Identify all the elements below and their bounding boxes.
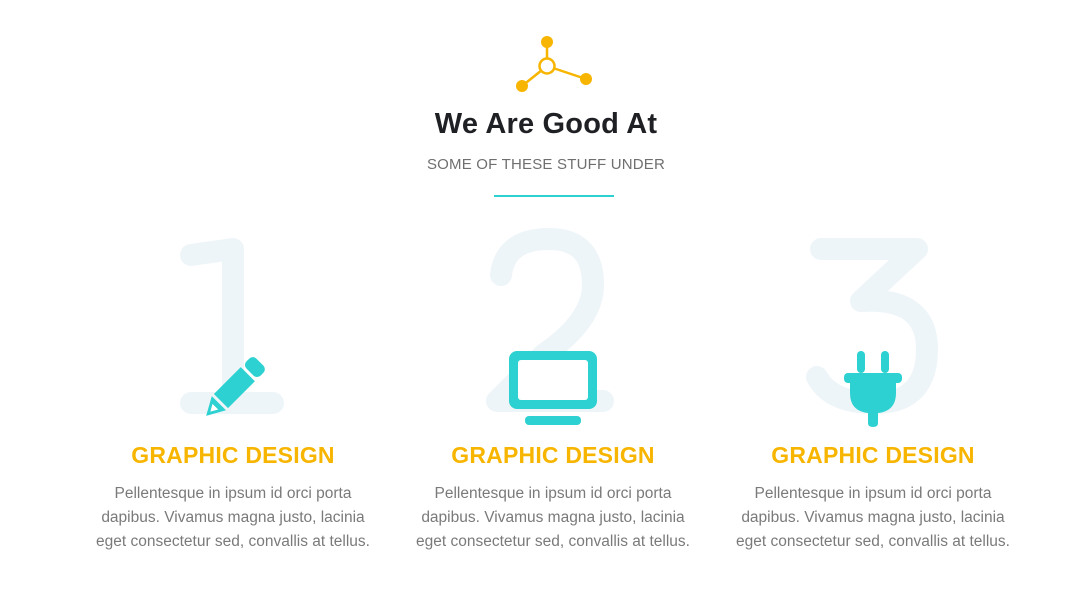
feature-title: GRAPHIC DESIGN <box>451 442 655 468</box>
feature-description: Pellentesque in ipsum id orci porta dapi… <box>393 482 713 554</box>
feature-description-line: Pellentesque in ipsum id orci porta <box>754 485 992 502</box>
feature-description-line: eget consectetur sed, convallis at tellu… <box>736 533 1010 550</box>
plug-icon <box>844 351 902 427</box>
feature-description: Pellentesque in ipsum id orci porta dapi… <box>713 482 1033 554</box>
feature-description-line: eget consectetur sed, convallis at tellu… <box>96 533 370 550</box>
feature-card-3: GRAPHIC DESIGN Pellentesque in ipsum id … <box>713 225 1033 565</box>
section-subtitle: SOME OF THESE STUFF UNDER <box>426 156 666 173</box>
feature-description-line: dapibus. Vivamus magna justo, lacinia <box>741 509 1005 526</box>
feature-card-1: 1 GRAPHIC DESIGN Pellentesque in ipsum i… <box>73 225 393 565</box>
monitor-icon <box>509 351 597 425</box>
feature-description-line: Pellentesque in ipsum id orci porta <box>434 485 672 502</box>
molecule-icon <box>516 36 592 92</box>
pencil-icon <box>206 357 265 416</box>
feature-description: Pellentesque in ipsum id orci porta dapi… <box>73 482 393 554</box>
section-divider <box>494 195 614 197</box>
feature-description-line: Pellentesque in ipsum id orci porta <box>114 485 352 502</box>
feature-card-2: GRAPHIC DESIGN Pellentesque in ipsum id … <box>393 225 713 565</box>
feature-description-line: eget consectetur sed, convallis at tellu… <box>416 533 690 550</box>
page: We Are Good At SOME OF THESE STUFF UNDER… <box>0 0 1092 613</box>
feature-title: GRAPHIC DESIGN <box>131 442 335 468</box>
feature-title: GRAPHIC DESIGN <box>771 442 975 468</box>
section-title: We Are Good At <box>434 108 658 140</box>
feature-description-line: dapibus. Vivamus magna justo, lacinia <box>101 509 365 526</box>
feature-description-line: dapibus. Vivamus magna justo, lacinia <box>421 509 685 526</box>
